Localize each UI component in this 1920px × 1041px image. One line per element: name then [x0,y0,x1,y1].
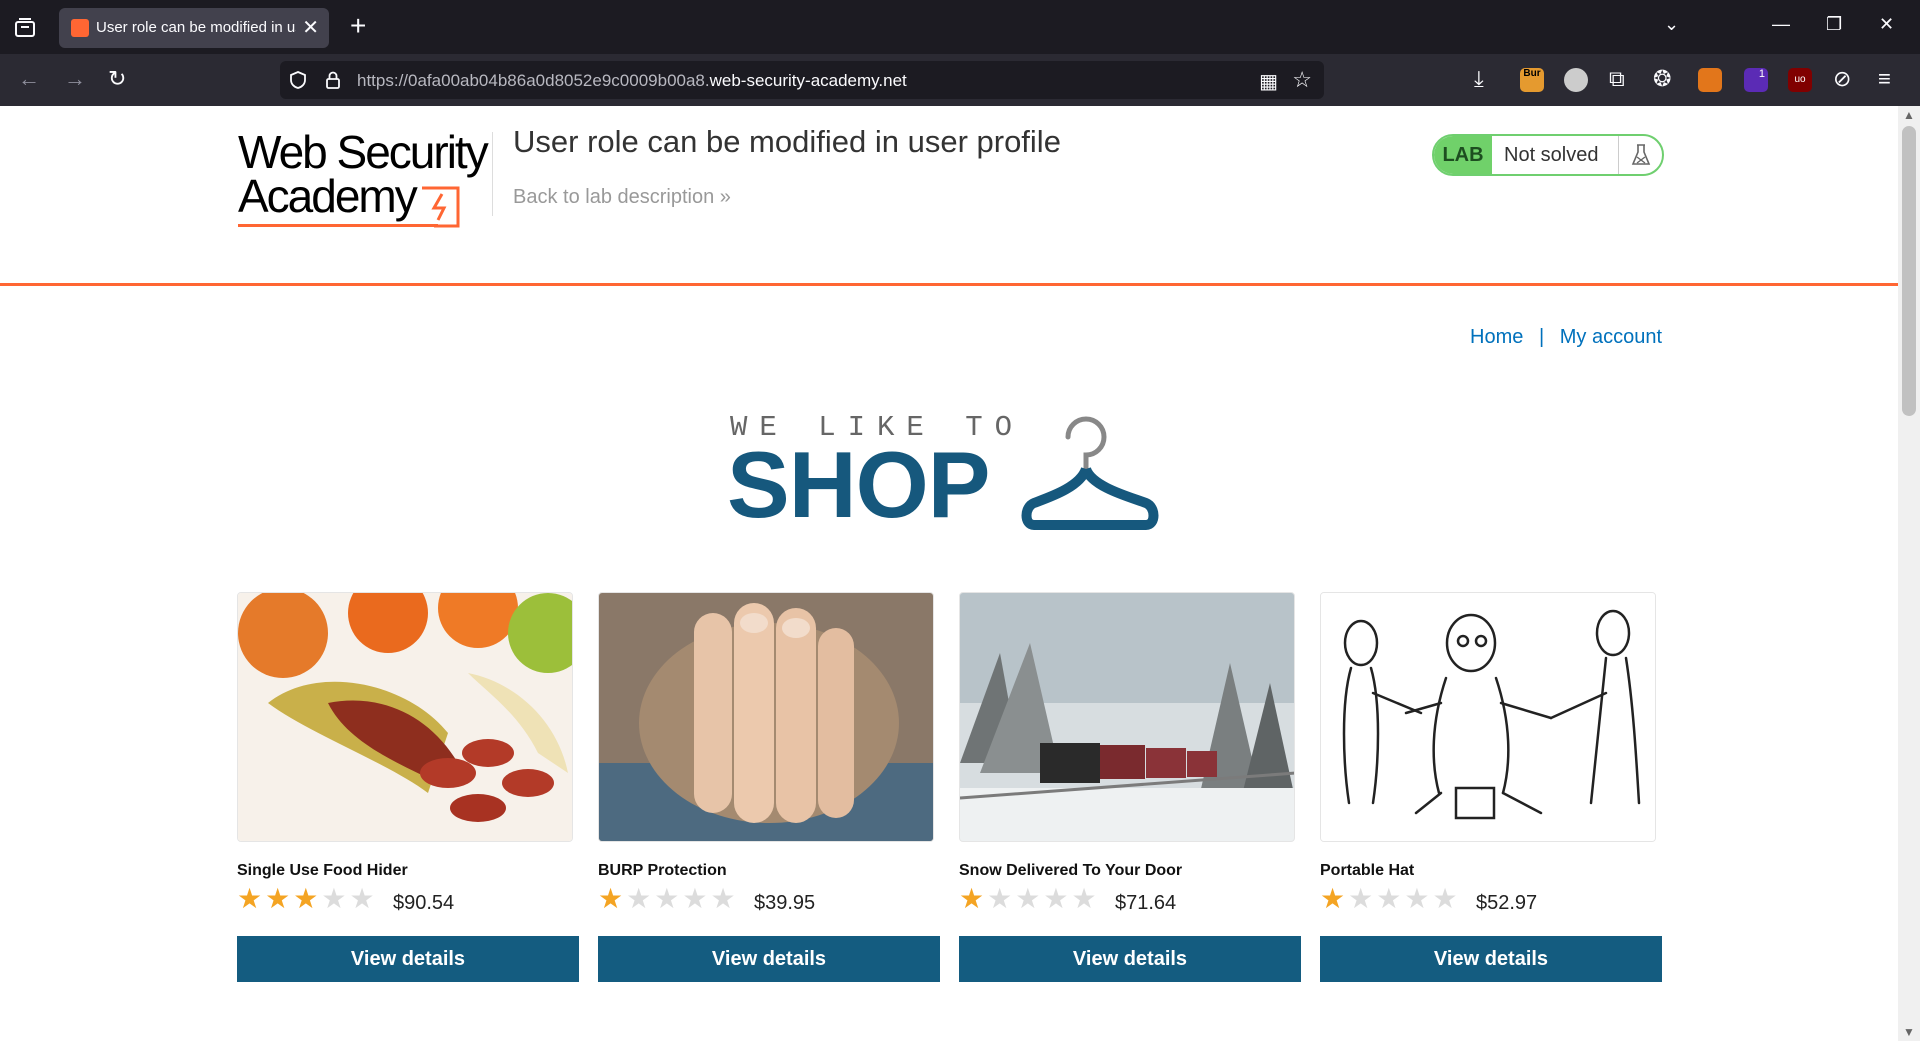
star-rating: ★★★★★ [598,884,739,914]
lightning-logo-icon [422,186,460,228]
product-image [598,592,934,842]
star-icon: ★ [710,883,739,914]
star-icon: ★ [265,883,294,914]
top-nav: Home | My account [1470,326,1662,349]
lab-status-badge: LAB Not solved [1432,134,1664,176]
product-name: Portable Hat [1320,862,1415,879]
compass-icon[interactable]: ⊘ [1833,66,1851,92]
close-icon[interactable]: ✕ [302,15,319,40]
restore-icon[interactable]: ❐ [1826,14,1842,35]
new-tab-button[interactable]: + [350,12,366,40]
nav-separator: | [1538,326,1545,348]
hanger-icon [1021,416,1159,530]
lab-label: LAB [1434,136,1492,174]
shield-icon[interactable] [288,70,308,90]
my-account-link[interactable]: My account [1560,326,1662,348]
view-details-button[interactable]: View details [1320,936,1662,982]
star-icon: ★ [1404,883,1433,914]
star-rating: ★★★★★ [237,884,378,914]
product-grid: Single Use Food Hider ★★★★★ $90.54 View … [237,592,1663,992]
scrollbar-thumb[interactable] [1902,126,1916,416]
back-to-lab-link[interactable]: Back to lab description » [513,186,731,209]
product-price: $90.54 [393,892,455,914]
tab-list-icon[interactable] [12,15,38,41]
page-content: Web Security Academy User role can be mo… [0,106,1898,1041]
download-icon[interactable]: ⤓ [1474,66,1484,92]
logo-underline [238,224,438,227]
back-arrow-icon[interactable]: ← [18,66,40,92]
star-icon: ★ [1043,883,1072,914]
product-price: $39.95 [754,892,816,914]
cookie-icon[interactable]: ❂ [1653,66,1671,92]
lab-status-text: Not solved [1504,144,1599,166]
hero-title: SHOP [727,432,990,537]
fox-icon[interactable] [1698,68,1722,92]
bookmark-star-icon[interactable]: ☆ [1292,67,1312,93]
scroll-up-arrow-icon[interactable]: ▲ [1903,108,1915,122]
star-icon: ★ [1348,883,1377,914]
product-image [237,592,573,842]
logo-line-1: Web Security [238,126,489,178]
star-rating: ★★★★★ [959,884,1100,914]
star-icon: ★ [682,883,711,914]
product-image [1320,592,1656,842]
header-divider [492,132,493,216]
star-icon: ★ [1071,883,1100,914]
star-icon: ★ [1015,883,1044,914]
star-icon: ★ [349,883,378,914]
view-details-button[interactable]: View details [237,936,579,982]
minimize-icon[interactable]: — [1772,14,1790,35]
star-icon: ★ [1376,883,1405,914]
url-bar[interactable]: https://0afa00ab04b86a0d8052e9c0009b00a8… [280,61,1324,99]
browser-nav-bar: ← → ↻ https://0afa00ab04b86a0d8052e9c000… [0,54,1920,106]
star-icon: ★ [987,883,1016,914]
star-icon: ★ [959,883,988,914]
browser-tab-active[interactable]: User role can be modified in user profil… [59,8,329,48]
product-name: Single Use Food Hider [237,862,408,879]
lightning-favicon-icon [71,19,89,37]
shop-hero-banner: WE LIKE TO SHOP [727,411,1180,541]
star-icon: ★ [237,883,266,914]
product-name: BURP Protection [598,862,727,879]
url-text[interactable]: https://0afa00ab04b86a0d8052e9c0009b00a8… [357,71,907,91]
menu-icon[interactable]: ≡ [1878,66,1891,92]
star-icon: ★ [626,883,655,914]
view-details-button[interactable]: View details [959,936,1301,982]
badge-icon[interactable]: 1 [1744,68,1768,92]
star-icon: ★ [598,883,627,914]
view-details-button[interactable]: View details [598,936,940,982]
close-window-icon[interactable]: ✕ [1879,14,1894,35]
header-rule [0,283,1898,286]
product-name: Snow Delivered To Your Door [959,862,1183,879]
puzzle-icon[interactable]: ⧉ [1609,66,1625,92]
browser-tab-bar: User role can be modified in user profil… [0,0,1920,54]
reload-icon[interactable]: ↻ [108,66,126,92]
product-price: $71.64 [1115,892,1177,914]
star-icon: ★ [1432,883,1461,914]
forward-arrow-icon[interactable]: → [64,66,86,92]
ublock-icon[interactable]: uo [1788,68,1812,92]
web-security-academy-logo[interactable]: Web Security Academy [238,126,489,230]
star-icon: ★ [654,883,683,914]
scroll-down-arrow-icon[interactable]: ▼ [1903,1025,1915,1039]
qr-code-icon[interactable]: ▦ [1259,69,1278,94]
chevron-right-icon: » [719,186,731,208]
burp-icon[interactable]: Bur [1520,68,1544,92]
home-link[interactable]: Home [1470,326,1523,348]
star-icon: ★ [321,883,350,914]
chevron-down-icon[interactable]: ⌄ [1664,14,1679,35]
tab-title: User role can be modified in user profil… [96,19,296,36]
star-icon: ★ [1320,883,1349,914]
flask-icon [1618,136,1662,174]
star-rating: ★★★★★ [1320,884,1461,914]
lab-title: User role can be modified in user profil… [513,124,1061,159]
product-price: $52.97 [1476,892,1538,914]
product-image [959,592,1295,842]
page-scrollbar[interactable]: ▲ ▼ [1898,106,1920,1041]
star-icon: ★ [293,883,322,914]
spy-icon[interactable] [1564,68,1588,92]
lock-icon[interactable] [324,70,342,90]
